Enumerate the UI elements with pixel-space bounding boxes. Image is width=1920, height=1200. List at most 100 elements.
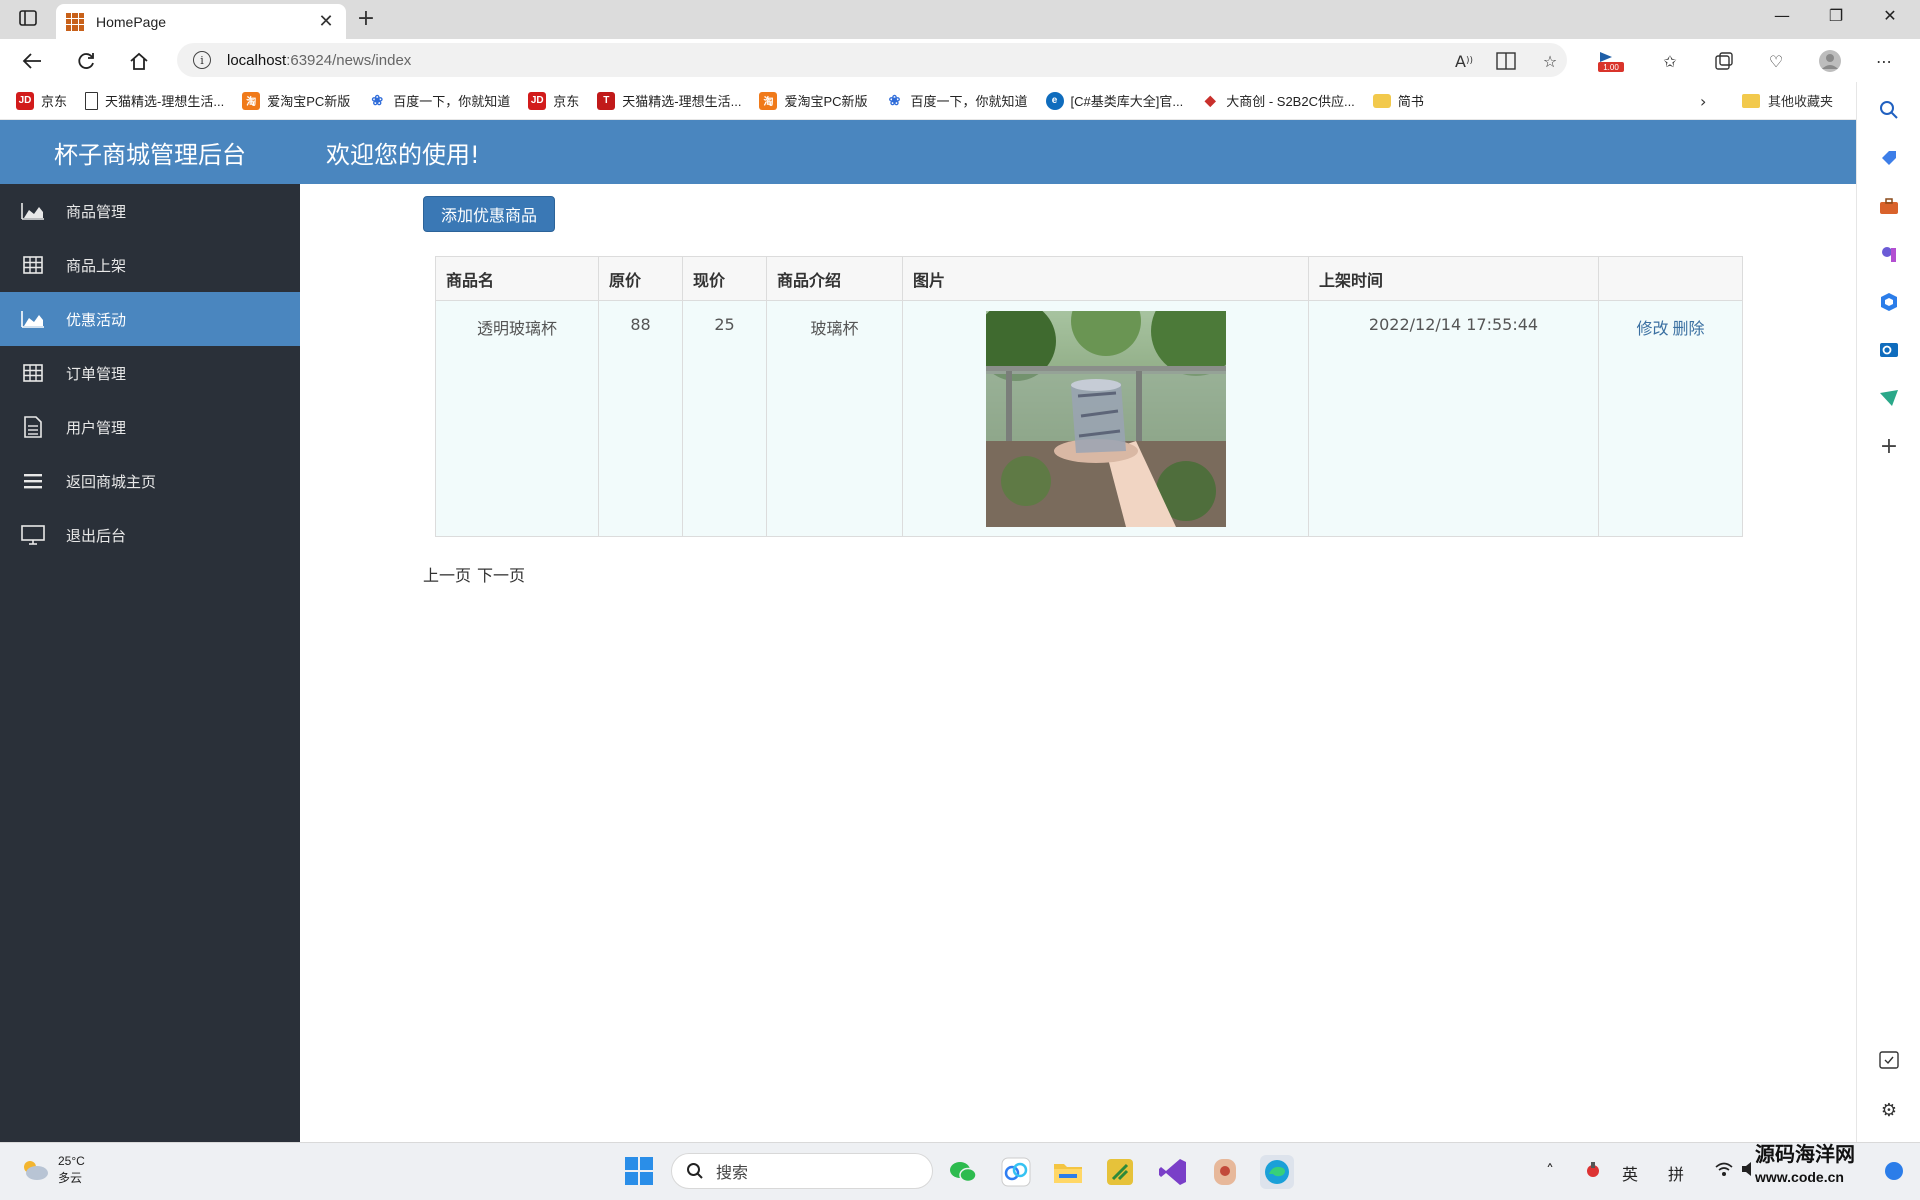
weather-description: 多云 [58, 1171, 83, 1185]
glass-cup-photo [985, 311, 1226, 527]
bookmark-label: 简书 [1397, 94, 1424, 109]
tab-favicon-icon [66, 12, 84, 31]
bookmark-item[interactable]: JD 京东 [16, 91, 67, 110]
edge-icon: e [1045, 91, 1064, 110]
screenshot-icon[interactable] [1877, 1048, 1901, 1072]
browser-essentials-icon[interactable]: ♡ [1764, 49, 1788, 73]
next-page-link[interactable]: 下一页 [477, 566, 525, 585]
sidebar-item-label: 优惠活动 [66, 310, 127, 329]
cloudy-weather-icon [24, 1161, 48, 1180]
monitor-icon [20, 524, 46, 546]
app-header: 杯子商城管理后台 欢迎您的使用! [0, 120, 1856, 184]
window-close-icon[interactable]: ✕ [1870, 6, 1910, 32]
sidebar-item-logout[interactable]: 退出后台 [0, 508, 300, 562]
other-bookmarks[interactable]: 其他收藏夹 [1742, 91, 1833, 110]
minimize-icon[interactable]: — [1762, 6, 1802, 32]
extension-zoom-icon[interactable]: 1.00 [1596, 49, 1626, 73]
baidu-netdisk-icon[interactable] [999, 1155, 1033, 1189]
bookmark-item[interactable]: ❀ 百度一下，你就知道 [368, 91, 510, 110]
weather-temperature: 25°C [58, 1154, 85, 1168]
refresh-icon[interactable] [72, 47, 100, 75]
more-menu-icon[interactable]: ⋯ [1872, 49, 1896, 73]
bookmark-item[interactable]: 天猫精选-理想生活... [85, 91, 224, 110]
back-icon[interactable] [18, 47, 46, 75]
taskbar-search-placeholder: 搜索 [716, 1163, 749, 1182]
bookmark-item[interactable]: 淘爱淘宝PC新版 [242, 91, 350, 110]
app-icon[interactable] [1208, 1155, 1242, 1189]
edit-link[interactable]: 修改 [1636, 319, 1668, 338]
home-icon[interactable] [125, 47, 153, 75]
promotions-table: 商品名 原价 现价 商品介绍 图片 上架时间 透明玻璃杯 88 25 玻璃杯 2… [435, 256, 1743, 537]
page-icon [85, 91, 99, 110]
bookmark-item[interactable]: ◆ 大商创 - S2B2C供应... [1201, 91, 1355, 110]
sidebar-item-promotions[interactable]: 优惠活动 [0, 292, 300, 346]
prev-page-link[interactable]: 上一页 [423, 566, 471, 585]
sidebar-item-goods-manage[interactable]: 商品管理 [0, 184, 300, 238]
sidebar-item-users[interactable]: 用户管理 [0, 400, 300, 454]
document-icon [20, 416, 46, 438]
outlook-icon[interactable] [1877, 338, 1901, 362]
browser-tab[interactable]: HomePage ✕ [56, 4, 346, 39]
ime-mode[interactable]: 拼 [1668, 1161, 1684, 1185]
read-aloud-icon[interactable]: A)) [1452, 49, 1476, 73]
table-icon [20, 362, 46, 384]
cell-listed-time: 2022/12/14 17:55:44 [1308, 300, 1599, 537]
bookmark-item[interactable]: e [C#基类库大全]官... [1045, 91, 1183, 110]
tab-close-icon[interactable]: ✕ [316, 11, 336, 32]
address-bar[interactable]: i localhost:63924/news/index [177, 43, 1567, 77]
sidebar-item-goods-shelf[interactable]: 商品上架 [0, 238, 300, 292]
sidebar-item-back-home[interactable]: 返回商城主页 [0, 454, 300, 508]
start-button-icon[interactable] [625, 1157, 653, 1185]
games-icon[interactable] [1877, 242, 1901, 266]
sidebar-item-label: 商品管理 [66, 202, 127, 221]
split-screen-icon[interactable] [1494, 49, 1518, 73]
bookmark-item[interactable]: 简书 [1372, 91, 1424, 110]
tools-icon[interactable] [1877, 194, 1901, 218]
notification-icon[interactable] [1884, 1161, 1904, 1185]
microsoft-365-icon[interactable] [1877, 290, 1901, 314]
collections-icon[interactable] [1712, 49, 1736, 73]
tab-actions-icon[interactable] [14, 4, 42, 32]
dev-tool-icon[interactable] [1103, 1155, 1137, 1189]
add-sidebar-app-icon[interactable]: + [1877, 434, 1901, 459]
bookmark-item[interactable]: JD 京东 [528, 91, 579, 110]
bookmark-item[interactable]: 淘爱淘宝PC新版 [759, 91, 868, 110]
bookmark-item[interactable]: ❀ 百度一下，你就知道 [886, 91, 1028, 110]
weather-widget[interactable]: 25°C 多云 [20, 1153, 85, 1187]
edge-browser-icon[interactable] [1260, 1155, 1294, 1189]
bookmark-label: 京东 [553, 94, 580, 109]
tab-title: HomePage [96, 13, 167, 30]
wechat-icon[interactable] [946, 1155, 980, 1189]
bookmark-item[interactable]: T 天猫精选-理想生活... [597, 91, 741, 110]
shopping-tag-icon[interactable] [1877, 146, 1901, 170]
tray-app-icon[interactable] [1585, 1161, 1601, 1183]
search-icon [687, 1163, 703, 1179]
add-favorite-icon[interactable]: ☆ [1538, 49, 1562, 73]
site-info-icon[interactable]: i [193, 51, 211, 69]
send-icon[interactable] [1877, 386, 1901, 410]
file-explorer-icon[interactable] [1051, 1155, 1085, 1189]
profile-avatar[interactable] [1818, 49, 1842, 73]
bookmark-label: 天猫精选-理想生活... [105, 94, 225, 109]
sidebar-item-orders[interactable]: 订单管理 [0, 346, 300, 400]
bookmark-label: 百度一下，你就知道 [393, 94, 511, 109]
search-icon[interactable] [1877, 98, 1901, 122]
add-promotion-button[interactable]: 添加优惠商品 [423, 196, 555, 232]
sidebar-settings-gear-icon[interactable]: ⚙ [1877, 1098, 1901, 1122]
taskbar-search[interactable]: 搜索 [671, 1153, 933, 1189]
bookmarks-more-chevron-icon[interactable]: › [1700, 92, 1706, 111]
delete-link[interactable]: 删除 [1673, 319, 1705, 338]
new-tab-icon[interactable]: + [352, 4, 380, 32]
jd-icon: JD [528, 91, 547, 110]
favorites-icon[interactable]: ✩ [1658, 49, 1682, 73]
browser-toolbar: i localhost:63924/news/index A)) ☆ 1.00 … [0, 39, 1920, 82]
table-header-row: 商品名 原价 现价 商品介绍 图片 上架时间 [435, 256, 1743, 301]
ime-language[interactable]: 英 [1622, 1161, 1638, 1185]
column-header-image: 图片 [902, 256, 1309, 301]
restore-icon[interactable]: ❐ [1816, 6, 1856, 32]
tray-overflow-chevron-icon[interactable]: ˄ [1546, 1161, 1554, 1180]
wifi-icon[interactable] [1714, 1161, 1734, 1181]
table-icon [20, 254, 46, 276]
other-bookmarks-label: 其他收藏夹 [1768, 94, 1834, 109]
visual-studio-icon[interactable] [1156, 1155, 1190, 1189]
